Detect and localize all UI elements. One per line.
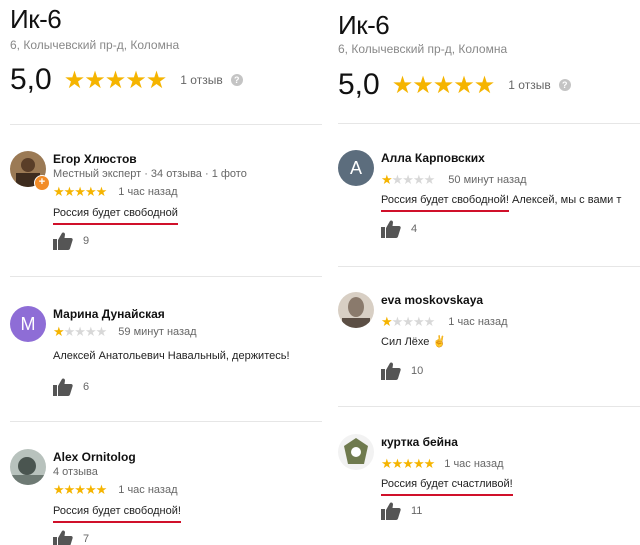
review-time: 1 час назад <box>444 458 504 470</box>
review-time: 1 час назад <box>448 316 508 328</box>
rating-stars: ★★★★★ <box>63 66 168 94</box>
review-text: Сил Лёхе ✌ <box>381 336 447 348</box>
reviews-count-link[interactable]: 1 отзыв <box>508 78 550 92</box>
review-time: 1 час назад <box>118 484 178 496</box>
reviewer-name[interactable]: Егор Хлюстов <box>53 151 322 167</box>
reviewer-name[interactable]: Alex Ornitolog <box>53 449 322 465</box>
review-stars: ★★★★★ <box>381 314 435 329</box>
like-icon[interactable] <box>53 232 73 250</box>
review-stars: ★★★★★ <box>381 456 435 471</box>
avatar[interactable] <box>338 434 374 470</box>
expert-badge-icon: + <box>34 175 50 191</box>
like-count: 9 <box>83 235 90 247</box>
reviewer-meta: Местный эксперт · 34 отзыва · 1 фото <box>53 168 247 180</box>
review-text: Россия будет свободной! Алексей, мы с ва… <box>381 192 640 212</box>
left-panel: Ик-6 6, Колычевский пр-д, Коломна 5,0 ★★… <box>0 0 322 545</box>
rating-summary: 5,0 ★★★★★ 1 отзыв ? <box>10 63 243 97</box>
review-time: 50 минут назад <box>448 174 527 186</box>
divider <box>338 406 640 407</box>
divider <box>338 266 640 267</box>
place-title: Ик-6 <box>338 10 390 40</box>
help-icon[interactable]: ? <box>558 79 571 91</box>
divider <box>338 123 640 124</box>
review-stars: ★★★★★ <box>53 324 107 339</box>
place-title: Ик-6 <box>10 4 62 34</box>
divider <box>10 421 322 422</box>
like-count: 4 <box>411 223 418 235</box>
review-text: Алексей Анатольевич Навальный, держитесь… <box>53 350 290 362</box>
review-time: 1 час назад <box>118 186 178 198</box>
avatar[interactable] <box>10 449 46 485</box>
reviewer-name[interactable]: Марина Дунайская <box>53 306 322 322</box>
review-time: 59 минут назад <box>118 326 197 338</box>
like-icon[interactable] <box>381 362 401 380</box>
rating-summary: 5,0 ★★★★★ 1 отзыв ? <box>338 68 571 102</box>
review-stars: ★★★★★ <box>381 172 435 187</box>
reviewer-name[interactable]: eva moskovskaya <box>381 292 640 308</box>
right-panel: Ик-6 6, Колычевский пр-д, Коломна 5,0 ★★… <box>328 0 640 545</box>
divider <box>10 276 322 277</box>
review-text: Россия будет свободной <box>53 205 178 225</box>
like-icon[interactable] <box>381 220 401 238</box>
review-text: Россия будет свободной! <box>53 503 181 523</box>
avatar[interactable]: М <box>10 306 46 342</box>
like-icon[interactable] <box>53 378 73 396</box>
rating-value: 5,0 <box>10 63 52 96</box>
like-count: 10 <box>411 365 424 377</box>
like-icon[interactable] <box>381 502 401 520</box>
place-address: 6, Колычевский пр-д, Коломна <box>10 38 180 52</box>
review-text: Россия будет счастливой! <box>381 476 513 496</box>
divider <box>10 124 322 125</box>
avatar[interactable]: А <box>338 150 374 186</box>
rating-stars: ★★★★★ <box>391 71 496 99</box>
like-count: 6 <box>83 381 90 393</box>
reviewer-name[interactable]: куртка бейна <box>381 434 640 450</box>
like-count: 11 <box>411 505 423 517</box>
place-address: 6, Колычевский пр-д, Коломна <box>338 42 508 56</box>
reviewer-meta: 4 отзыва <box>53 466 98 478</box>
review-stars: ★★★★★ <box>53 184 107 199</box>
help-icon[interactable]: ? <box>230 74 243 86</box>
like-count: 7 <box>83 533 90 545</box>
rating-value: 5,0 <box>338 68 380 101</box>
like-icon[interactable] <box>53 530 73 545</box>
reviews-count-link[interactable]: 1 отзыв <box>180 73 222 87</box>
reviewer-name[interactable]: Алла Карповских <box>381 150 640 166</box>
review-stars: ★★★★★ <box>53 482 107 497</box>
avatar[interactable] <box>338 292 374 328</box>
